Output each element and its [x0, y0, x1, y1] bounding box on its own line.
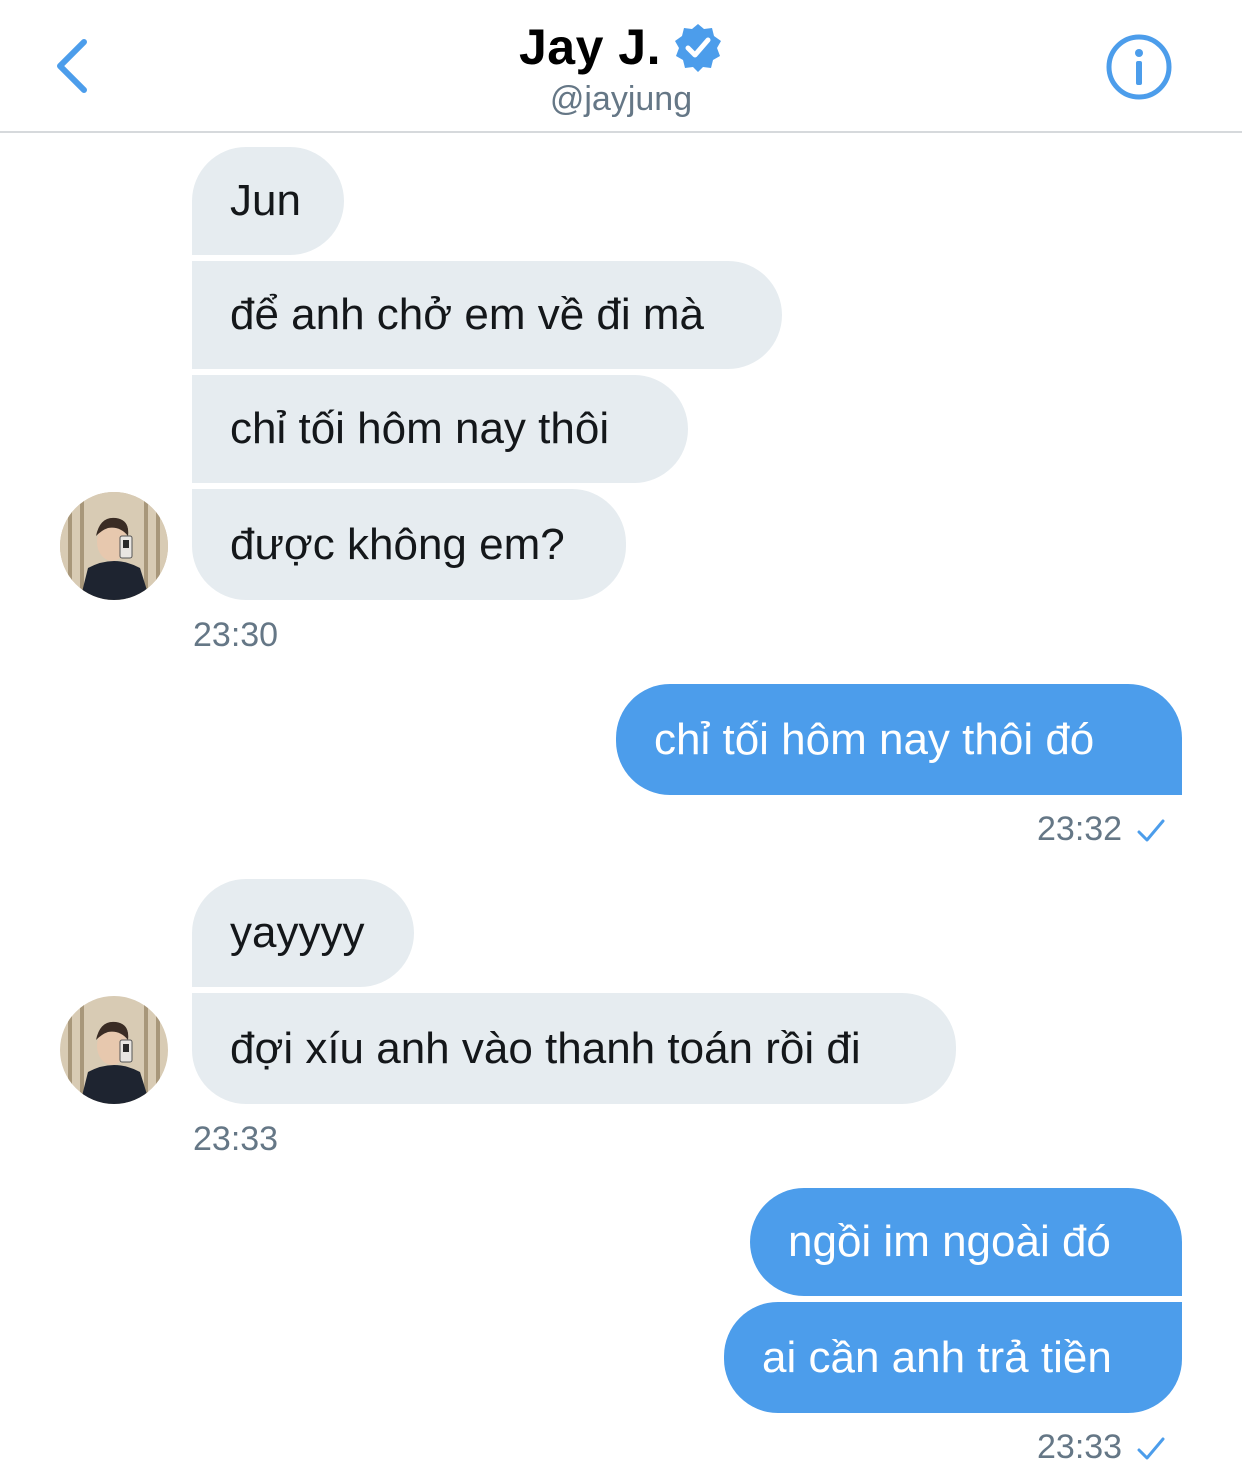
verified-badge-icon [673, 22, 723, 72]
info-button[interactable] [1106, 34, 1172, 100]
avatar[interactable] [60, 492, 168, 600]
message-timestamp: 23:33 [193, 1120, 279, 1158]
info-icon [1106, 34, 1172, 100]
message-text: để anh chở em về đi mà [230, 290, 704, 339]
message-status: 23:32 [1037, 810, 1166, 849]
checkmark-icon [1137, 1437, 1165, 1459]
message-timestamp: 23:32 [1037, 810, 1123, 848]
checkmark-icon [1137, 819, 1165, 841]
message-text: chỉ tối hôm nay thôi [230, 404, 610, 453]
incoming-message-bubble[interactable]: Jun [192, 147, 344, 255]
avatar[interactable] [60, 996, 168, 1104]
message-text: đợi xíu anh vào thanh toán rồi đi [230, 1023, 861, 1073]
incoming-message-bubble[interactable]: đợi xíu anh vào thanh toán rồi đi [192, 993, 956, 1104]
message-text: được không em? [230, 519, 565, 569]
message-timestamp: 23:33 [1037, 1428, 1123, 1466]
message-status: 23:33 [1037, 1428, 1166, 1467]
incoming-message-bubble[interactable]: để anh chở em về đi mà [192, 261, 782, 369]
conversation-header: Jay J. @jayjung [0, 0, 1242, 133]
message-text: chỉ tối hôm nay thôi đó [654, 714, 1095, 764]
outgoing-message-bubble[interactable]: ai cần anh trả tiền [724, 1302, 1182, 1413]
contact-display-name: Jay J. [518, 19, 661, 75]
outgoing-message-bubble[interactable]: chỉ tối hôm nay thôi đó [616, 684, 1182, 795]
outgoing-message-bubble[interactable]: ngồi im ngoài đó [750, 1188, 1182, 1296]
incoming-message-bubble[interactable]: chỉ tối hôm nay thôi [192, 375, 688, 483]
header-title-group[interactable]: Jay J. @jayjung [0, 16, 1242, 119]
dm-conversation-screen: Jay J. @jayjung Jun để anh chở em về đi [0, 0, 1242, 1477]
message-timestamp: 23:30 [193, 616, 279, 654]
message-text: yayyyy [230, 908, 365, 957]
message-text: ai cần anh trả tiền [762, 1332, 1112, 1382]
contact-handle: @jayjung [549, 80, 693, 118]
incoming-message-bubble[interactable]: được không em? [192, 489, 626, 600]
message-text: Jun [230, 176, 301, 225]
message-text: ngồi im ngoài đó [788, 1217, 1111, 1266]
incoming-message-bubble[interactable]: yayyyy [192, 879, 414, 987]
